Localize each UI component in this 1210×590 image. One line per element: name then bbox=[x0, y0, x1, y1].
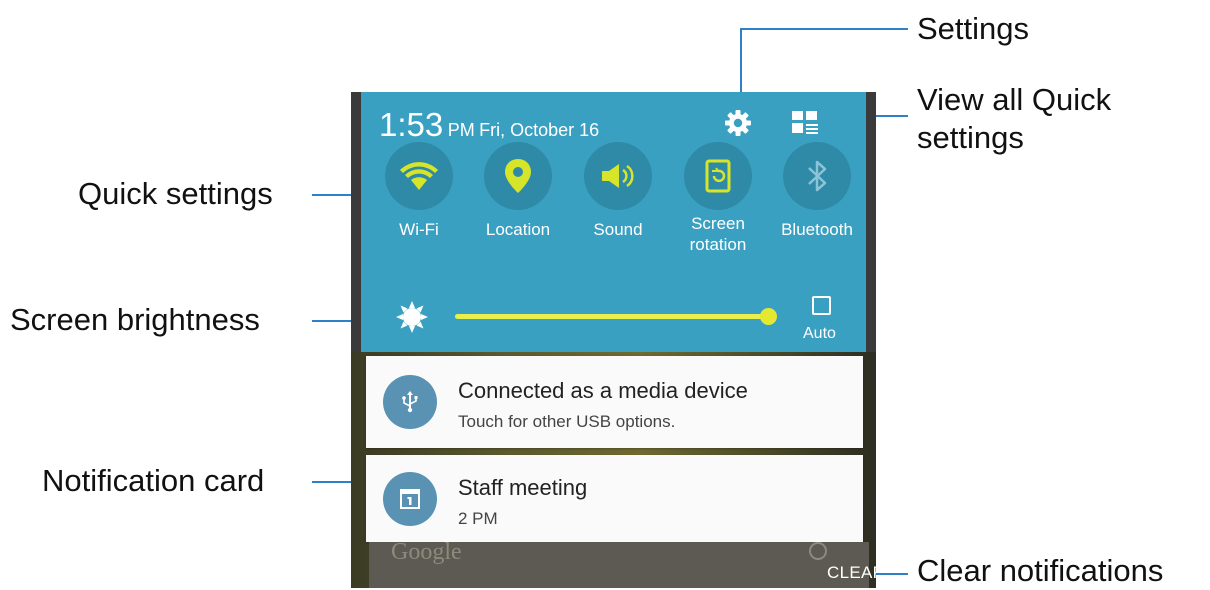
tile-location-label: Location bbox=[485, 220, 551, 239]
settings-leader-horizontal bbox=[740, 28, 908, 30]
clear-button[interactable]: CLEAR bbox=[827, 563, 876, 583]
notification-title: Staff meeting bbox=[458, 475, 588, 500]
brightness-sun-icon bbox=[395, 300, 429, 334]
notification-card-calendar[interactable]: Staff meeting 2 PM bbox=[366, 455, 863, 542]
settings-callout: Settings bbox=[917, 11, 1030, 46]
notification-subtitle: Touch for other USB options. bbox=[458, 412, 676, 431]
tile-wifi[interactable]: Wi-Fi bbox=[369, 142, 469, 240]
brightness-slider-track[interactable] bbox=[455, 314, 767, 319]
clear-notifications-leader bbox=[876, 573, 908, 575]
tile-screen-rotation[interactable]: Screen rotation bbox=[668, 142, 768, 255]
tile-wifi-label: Wi-Fi bbox=[399, 220, 439, 239]
tile-sound-label: Sound bbox=[593, 220, 643, 239]
notification-card-callout: Notification card bbox=[42, 463, 265, 498]
wifi-icon bbox=[385, 142, 453, 210]
screen-rotation-icon bbox=[684, 142, 752, 210]
notification-subtitle: 2 PM bbox=[458, 509, 498, 528]
auto-brightness-label: Auto bbox=[803, 325, 836, 342]
speaker-icon bbox=[584, 142, 652, 210]
clear-notifications-callout: Clear notifications bbox=[917, 553, 1164, 588]
location-pin-icon bbox=[484, 142, 552, 210]
tile-bluetooth-label: Bluetooth bbox=[781, 220, 853, 239]
auto-brightness-checkbox[interactable] bbox=[812, 296, 831, 315]
microphone-icon bbox=[809, 542, 827, 560]
bluetooth-icon bbox=[783, 142, 851, 210]
view-all-callout-line1: View all Quick bbox=[917, 82, 1112, 117]
gear-icon[interactable] bbox=[723, 108, 753, 138]
calendar-icon bbox=[383, 472, 437, 526]
screen-brightness-callout: Screen brightness bbox=[10, 302, 260, 337]
google-logo-ghost: Google bbox=[391, 539, 462, 565]
view-all-callout-line2: settings bbox=[917, 120, 1024, 155]
clock-ampm: PM bbox=[447, 120, 475, 140]
view-all-grid-icon[interactable] bbox=[791, 109, 819, 137]
status-clock: 1:53 PM Fri, October 16 bbox=[379, 106, 599, 144]
tile-bluetooth[interactable]: Bluetooth bbox=[767, 142, 867, 240]
notification-panel-screenshot: 1:53 PM Fri, October 16 Wi-Fi Location S… bbox=[351, 92, 876, 588]
quick-settings-callout: Quick settings bbox=[78, 176, 273, 211]
tile-location[interactable]: Location bbox=[468, 142, 568, 240]
usb-icon bbox=[383, 375, 437, 429]
tile-screen-rotation-label-line2: rotation bbox=[689, 235, 747, 254]
tile-screen-rotation-label: Screen rotation bbox=[668, 213, 768, 255]
quick-settings-panel: 1:53 PM Fri, October 16 Wi-Fi Location S… bbox=[361, 92, 866, 352]
brightness-slider-thumb[interactable] bbox=[760, 308, 777, 325]
clock-date: Fri, October 16 bbox=[479, 120, 600, 140]
notification-card-usb[interactable]: Connected as a media device Touch for ot… bbox=[366, 356, 863, 448]
tile-sound[interactable]: Sound bbox=[568, 142, 668, 240]
tile-screen-rotation-label-line1: Screen bbox=[691, 214, 745, 233]
clock-time: 1:53 bbox=[379, 106, 444, 143]
view-all-callout: View all Quick settings bbox=[917, 81, 1111, 157]
notification-title: Connected as a media device bbox=[458, 378, 748, 403]
